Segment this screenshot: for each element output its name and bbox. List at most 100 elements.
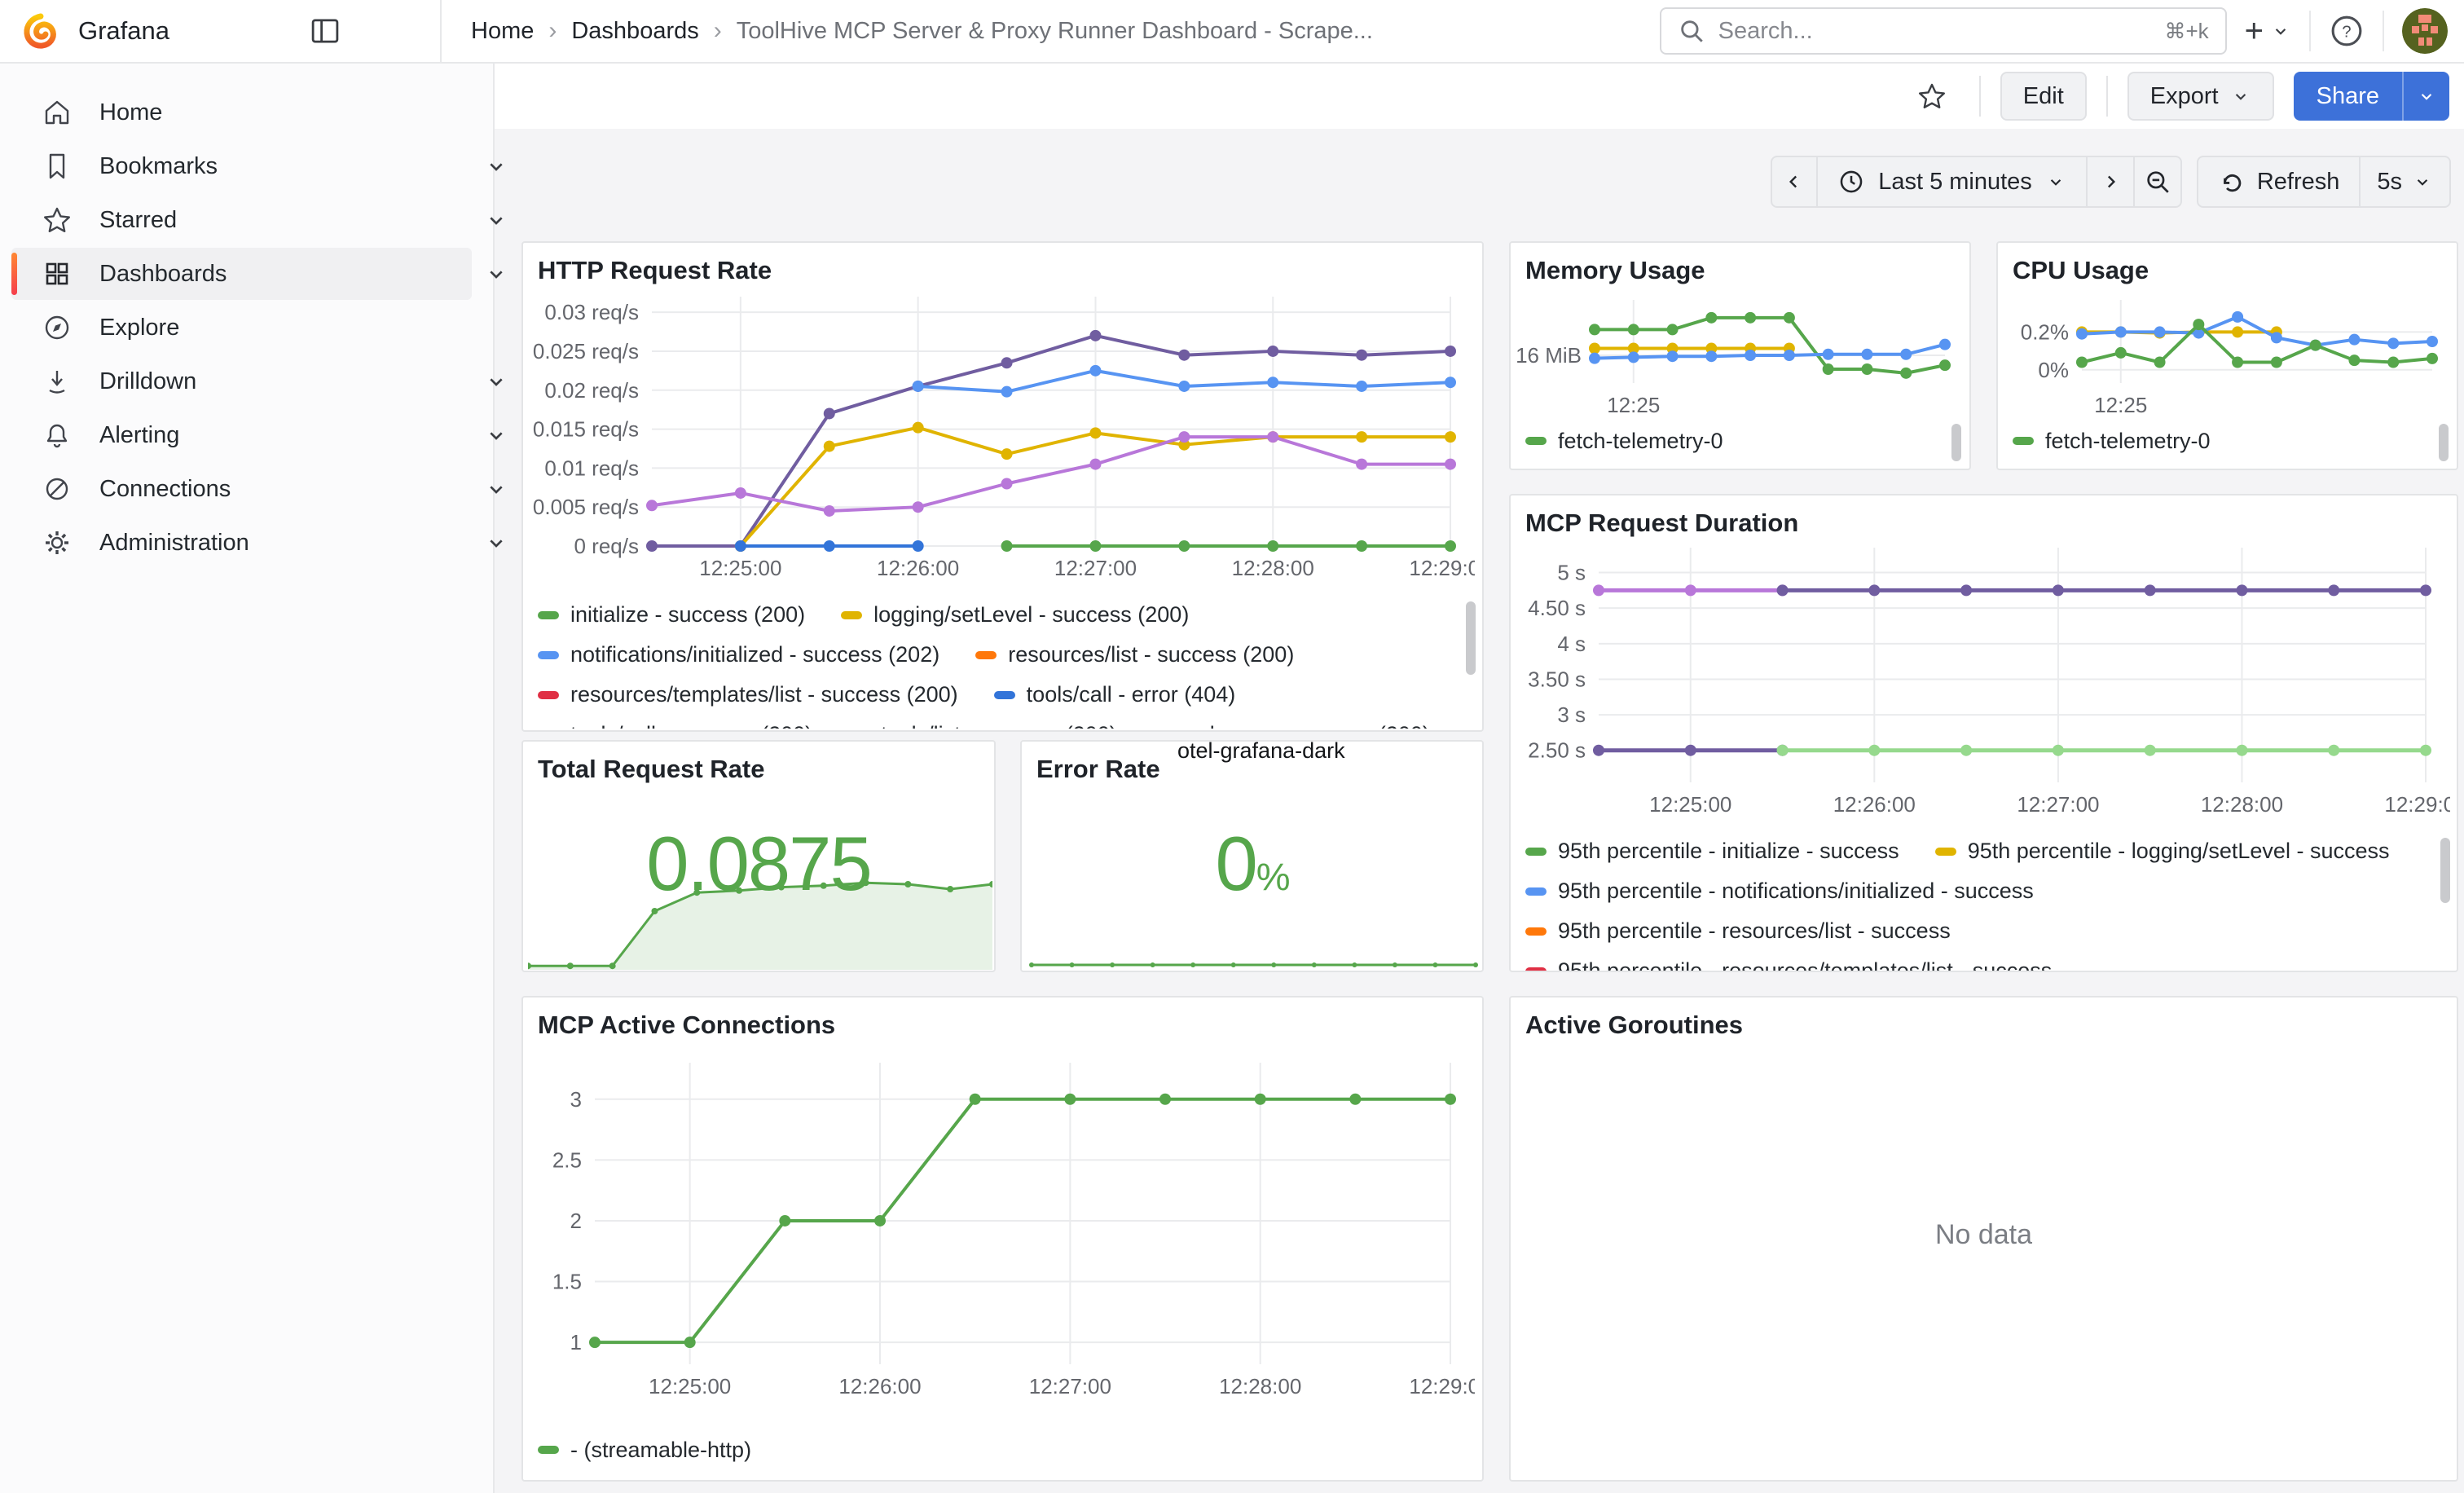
legend-scrollbar[interactable] (2439, 424, 2449, 461)
sidebar-item-drilldown[interactable]: Drilldown (11, 355, 472, 407)
svg-text:12:28:00: 12:28:00 (1219, 1374, 1301, 1398)
sidebar-toggle-icon[interactable] (308, 14, 342, 48)
connections-icon (41, 473, 73, 505)
chevron-down-icon[interactable] (483, 530, 509, 556)
svg-text:12:25: 12:25 (1607, 393, 1660, 416)
time-back-button[interactable] (1771, 156, 1818, 208)
svg-text:12:29:00: 12:29:00 (1409, 556, 1475, 580)
legend-item[interactable]: resources/templates/list - success (200) (538, 682, 958, 707)
chevron-down-icon[interactable] (483, 422, 509, 448)
legend-item[interactable]: initialize - success (200) (538, 602, 805, 628)
panel-error-rate: Error Rate 0% (1020, 740, 1484, 972)
http-request-rate-chart[interactable]: 0 req/s0.005 req/s0.01 req/s0.015 req/s0… (530, 288, 1475, 595)
sidebar-item-starred[interactable]: Starred (11, 194, 472, 246)
export-button[interactable]: Export (2127, 72, 2274, 121)
memory-usage-chart[interactable]: 16 MiB12:25 (1517, 285, 1961, 416)
sidebar-item-explore[interactable]: Explore (11, 302, 472, 354)
share-button[interactable]: Share (2294, 72, 2402, 121)
chevron-down-icon (2230, 86, 2251, 107)
refresh-interval-picker[interactable]: 5s (2361, 156, 2451, 208)
brand-name: Grafana (78, 16, 169, 46)
add-button[interactable]: + (2245, 15, 2291, 47)
panel-title[interactable]: CPU Usage (1998, 243, 2457, 285)
question-circle-icon: ? (2329, 13, 2365, 49)
legend-item[interactable]: 95th percentile - initialize - success (1525, 839, 1899, 864)
mcp-active-connections-chart[interactable]: 11.522.5312:25:0012:26:0012:27:0012:28:0… (530, 1046, 1475, 1413)
avatar[interactable] (2402, 8, 2448, 54)
grafana-logo-icon[interactable] (21, 11, 60, 51)
cpu-usage-chart[interactable]: 0.2%0%12:25 (2004, 285, 2449, 416)
svg-text:0.02 req/s: 0.02 req/s (544, 378, 639, 403)
legend-item[interactable]: tools/list - success (200) (848, 722, 1117, 729)
chevron-down-icon[interactable] (483, 368, 509, 394)
chevron-down-icon[interactable] (483, 207, 509, 233)
search-icon (1678, 17, 1705, 45)
sidebar-item-home[interactable]: Home (11, 86, 472, 139)
panel-title[interactable]: MCP Request Duration (1511, 495, 2457, 538)
error-rate-sparkline[interactable] (1028, 957, 1479, 968)
search-input[interactable]: Search... ⌘+k (1660, 7, 2227, 55)
sidebar-item-alerting[interactable]: Alerting (11, 409, 472, 461)
drilldown-icon (41, 365, 73, 398)
panel-mcp-active-connections: MCP Active Connections 11.522.5312:25:00… (521, 996, 1484, 1482)
favorite-star-button[interactable] (1916, 80, 1948, 112)
sidebar-item-connections[interactable]: Connections (11, 463, 472, 515)
zoom-out-button[interactable] (2135, 156, 2182, 208)
breadcrumb-current: ToolHive MCP Server & Proxy Runner Dashb… (737, 18, 1373, 45)
legend-item[interactable]: 95th percentile - notifications/initiali… (1525, 879, 2034, 904)
floating-label: otel-grafana-dark (1177, 738, 1345, 764)
edit-button[interactable]: Edit (2000, 72, 2087, 121)
svg-text:0.005 req/s: 0.005 req/s (533, 495, 639, 519)
panel-memory-usage: Memory Usage 16 MiB12:25 fetch-telemetry… (1509, 241, 1971, 470)
svg-text:12:25:00: 12:25:00 (649, 1374, 731, 1398)
panel-total-request-rate: Total Request Rate 0.0875 (521, 740, 996, 972)
panel-title[interactable]: Total Request Rate (523, 742, 994, 784)
chevron-down-icon[interactable] (483, 261, 509, 287)
breadcrumb-home[interactable]: Home (471, 18, 534, 45)
sidebar-item-bookmarks[interactable]: Bookmarks (11, 140, 472, 192)
panel-title[interactable]: HTTP Request Rate (523, 243, 1482, 285)
legend-item[interactable]: notifications/initialized - success (202… (538, 642, 939, 667)
legend-item[interactable]: fetch-telemetry-0 (2013, 429, 2211, 454)
legend-scrollbar[interactable] (1951, 424, 1961, 461)
panel-title[interactable]: Active Goroutines (1511, 998, 2457, 1040)
svg-text:4 s: 4 s (1557, 632, 1586, 656)
dashboards-grid-icon (41, 258, 73, 290)
svg-text:2.5: 2.5 (552, 1147, 582, 1172)
header-actions: Search... ⌘+k + ? (1660, 7, 2464, 55)
legend-item[interactable]: resources/list - success (200) (975, 642, 1294, 667)
svg-text:12:25: 12:25 (2094, 393, 2147, 416)
legend-item[interactable]: 95th percentile - resources/templates/li… (1525, 958, 2052, 971)
legend-item[interactable]: tools/call - success (200) (538, 722, 812, 729)
share-menu-button[interactable] (2402, 72, 2449, 121)
help-button[interactable]: ? (2329, 13, 2365, 49)
panel-mcp-request-duration: MCP Request Duration 5 s4.50 s4 s3.50 s3… (1509, 494, 2458, 972)
sidebar-item-dashboards[interactable]: Dashboards (11, 248, 472, 300)
connections-legend: - (streamable-http) (538, 1429, 1458, 1475)
chevron-down-icon[interactable] (483, 153, 509, 179)
legend-item[interactable]: fetch-telemetry-0 (1525, 429, 1723, 454)
legend-scrollbar[interactable] (1466, 601, 1476, 675)
time-range-picker[interactable]: Last 5 minutes (1818, 156, 2088, 208)
magnifier-minus-icon (2144, 168, 2171, 196)
brand: Grafana (0, 11, 440, 51)
mcp-request-duration-chart[interactable]: 5 s4.50 s4 s3.50 s3 s2.50 s12:25:0012:26… (1517, 535, 2450, 825)
legend-item[interactable]: tools/call - error (404) (994, 682, 1236, 707)
chevron-down-icon[interactable] (483, 476, 509, 502)
breadcrumb-dashboards[interactable]: Dashboards (571, 18, 698, 45)
panel-title[interactable]: MCP Active Connections (523, 998, 1482, 1040)
legend-item[interactable]: 95th percentile - resources/list - succe… (1525, 918, 1951, 944)
panel-title[interactable]: Memory Usage (1511, 243, 1969, 285)
legend-item[interactable]: - (streamable-http) (538, 1438, 751, 1463)
legend-item[interactable]: logging/setLevel - success (200) (841, 602, 1189, 628)
svg-text:12:26:00: 12:26:00 (838, 1374, 921, 1398)
svg-text:1.5: 1.5 (552, 1270, 582, 1294)
legend-scrollbar[interactable] (2440, 838, 2450, 903)
sidebar-item-administration[interactable]: Administration (11, 517, 472, 569)
legend-item[interactable]: 95th percentile - logging/setLevel - suc… (1935, 839, 2390, 864)
gear-icon (41, 526, 73, 559)
time-forward-button[interactable] (2088, 156, 2135, 208)
legend-item[interactable]: unknown - success (200) (1153, 722, 1430, 729)
svg-text:12:26:00: 12:26:00 (1833, 792, 1916, 817)
refresh-button[interactable]: Refresh (2197, 156, 2361, 208)
